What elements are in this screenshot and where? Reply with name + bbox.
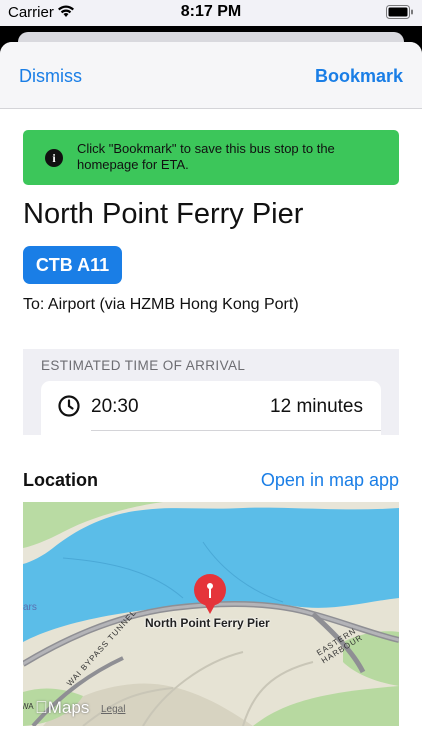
eta-row: 20:30 12 minutes <box>41 381 381 435</box>
stop-detail-sheet: Dismiss Bookmark i Click "Bookmark" to s… <box>0 42 422 750</box>
eta-divider <box>91 430 381 431</box>
stop-name: North Point Ferry Pier <box>23 198 304 230</box>
info-banner: i Click "Bookmark" to save this bus stop… <box>23 130 399 185</box>
maps-legal-link[interactable]: Legal <box>101 704 125 715</box>
open-in-map-button[interactable]: Open in map app <box>261 470 399 491</box>
destination-text: To: Airport (via HZMB Hong Kong Port) <box>23 296 299 313</box>
status-bar: Carrier 8:17 PM <box>0 0 422 26</box>
info-banner-text: Click "Bookmark" to save this bus stop t… <box>77 141 335 172</box>
clock-icon <box>58 395 80 422</box>
battery-icon <box>386 5 414 24</box>
eta-minutes: 12 minutes <box>270 396 363 417</box>
apple-logo-icon:  <box>35 698 48 717</box>
route-badge: CTB A11 <box>23 246 122 284</box>
eta-section-header: ESTIMATED TIME OF ARRIVAL <box>41 358 246 373</box>
eta-section: ESTIMATED TIME OF ARRIVAL 20:30 12 minut… <box>23 349 399 435</box>
info-icon: i <box>45 149 63 167</box>
maps-logo: Maps <box>35 698 89 718</box>
map-pin-label: North Point Ferry Pier <box>145 616 270 630</box>
dismiss-button[interactable]: Dismiss <box>19 66 82 87</box>
bookmark-button[interactable]: Bookmark <box>315 66 403 87</box>
maps-logo-text: Maps <box>35 698 90 717</box>
clock-time: 8:17 PM <box>180 3 242 20</box>
location-heading: Location <box>23 470 98 490</box>
eta-time: 20:30 <box>91 396 139 417</box>
map-road-label: WA <box>23 702 34 711</box>
map-place-label: ars <box>23 602 37 613</box>
nav-bar: Dismiss Bookmark <box>0 42 422 109</box>
map-view[interactable]: North Point Ferry Pier WAI BYPASS TUNNEL… <box>23 502 399 726</box>
